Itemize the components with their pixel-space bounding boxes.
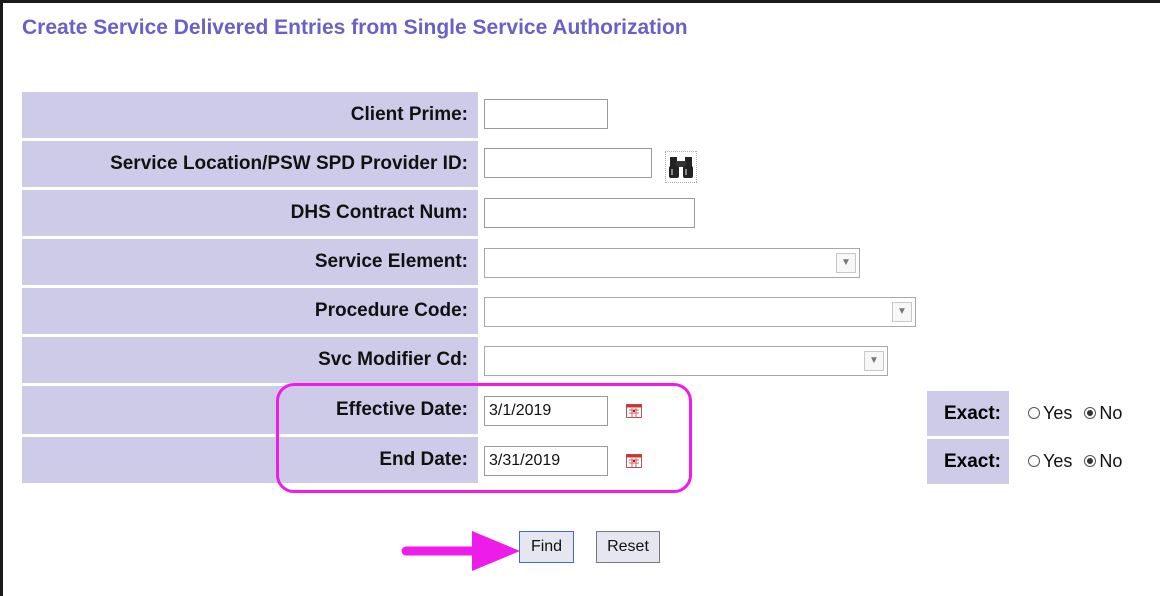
- end-exact-radio-group: Yes No: [1028, 449, 1122, 473]
- window-frame-top: [0, 0, 1160, 3]
- dhs-contract-input[interactable]: [484, 198, 695, 228]
- find-button[interactable]: Find: [519, 531, 574, 563]
- effective-exact-radio-group: Yes No: [1028, 401, 1122, 425]
- service-element-select[interactable]: ▼: [484, 248, 860, 278]
- effective-exact-no-radio[interactable]: [1084, 407, 1097, 419]
- arrow-icon: [401, 531, 520, 571]
- page-title: Create Service Delivered Entries from Si…: [22, 16, 688, 39]
- service-location-label: Service Location/PSW SPD Provider ID:: [22, 141, 478, 187]
- chevron-down-icon[interactable]: ▼: [892, 302, 912, 322]
- procedure-code-label: Procedure Code:: [22, 288, 478, 334]
- svc-modifier-label: Svc Modifier Cd:: [22, 337, 478, 383]
- effective-exact-no-label: No: [1099, 402, 1123, 423]
- binoculars-icon[interactable]: [665, 151, 697, 183]
- svc-modifier-select[interactable]: ▼: [484, 346, 888, 376]
- effective-exact-label: Exact:: [927, 391, 1009, 436]
- service-location-input[interactable]: [484, 148, 652, 178]
- dhs-contract-label: DHS Contract Num:: [22, 190, 478, 236]
- end-exact-label: Exact:: [927, 439, 1009, 484]
- end-exact-no-label: No: [1099, 450, 1123, 471]
- end-exact-yes-label: Yes: [1043, 450, 1073, 471]
- window-frame-left: [0, 0, 3, 596]
- chevron-down-icon[interactable]: ▼: [864, 351, 884, 371]
- client-prime-label: Client Prime:: [22, 92, 478, 138]
- client-prime-input[interactable]: [484, 99, 608, 129]
- end-exact-yes-radio[interactable]: [1028, 455, 1040, 467]
- procedure-code-select[interactable]: ▼: [484, 297, 916, 327]
- end-exact-no-radio[interactable]: [1084, 455, 1097, 467]
- chevron-down-icon[interactable]: ▼: [836, 253, 856, 273]
- effective-exact-yes-label: Yes: [1043, 402, 1073, 423]
- effective-exact-yes-radio[interactable]: [1028, 407, 1040, 419]
- date-highlight-annotation: [276, 383, 692, 493]
- reset-button[interactable]: Reset: [596, 531, 660, 563]
- service-element-label: Service Element:: [22, 239, 478, 285]
